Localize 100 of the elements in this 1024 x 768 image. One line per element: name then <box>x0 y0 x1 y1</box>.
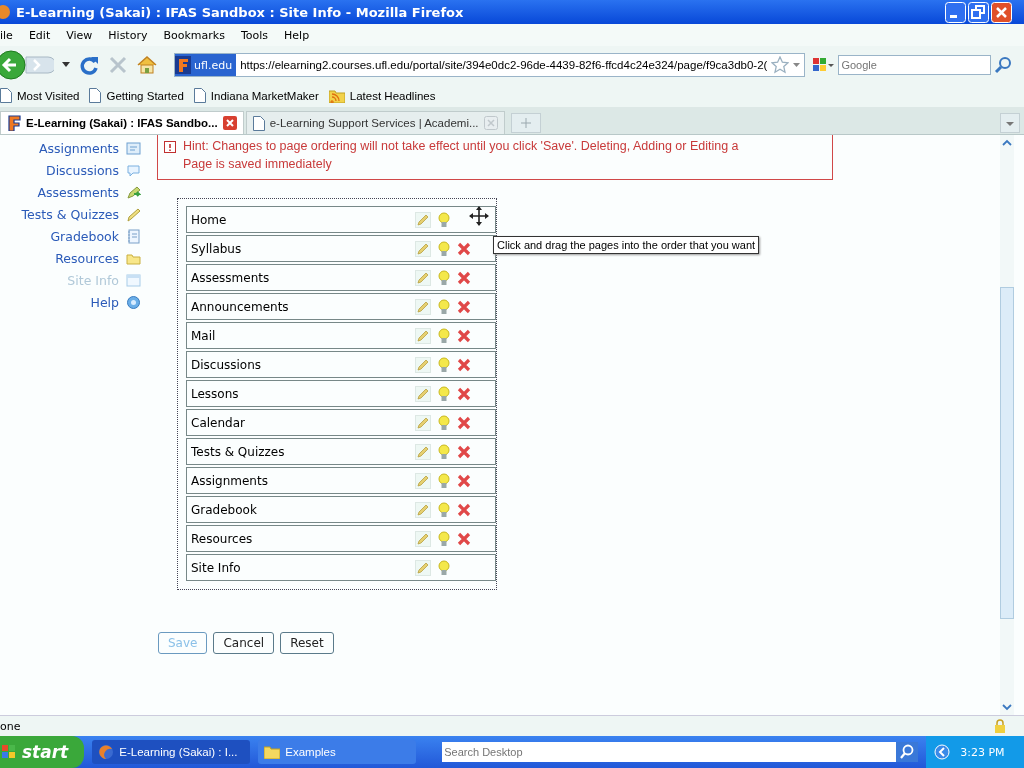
menu-item[interactable]: Edit <box>22 28 57 42</box>
delete-icon[interactable] <box>457 531 471 546</box>
home-icon[interactable] <box>136 55 158 75</box>
page-row[interactable]: Tests & Quizzes <box>186 438 496 465</box>
lightbulb-icon[interactable] <box>437 472 451 489</box>
lightbulb-icon[interactable] <box>437 443 451 460</box>
sidebar-link[interactable]: Tests & Quizzes <box>21 203 141 225</box>
lightbulb-icon[interactable] <box>437 240 451 257</box>
site-identity-button[interactable]: ufl.edu <box>175 54 237 76</box>
university-logo-icon <box>175 56 191 74</box>
tab-list-icon[interactable] <box>1000 113 1020 133</box>
menu-item[interactable]: Bookmarks <box>157 28 231 42</box>
close-icon[interactable] <box>991 1 1012 23</box>
page-row[interactable]: Resources <box>186 525 496 552</box>
hint-text: Hint: Changes to page ordering will not take effect until you click 'Save'. Deleting, Adding or Editing a <box>183 138 739 155</box>
lightbulb-icon[interactable] <box>437 269 451 286</box>
minimize-icon[interactable] <box>945 1 966 23</box>
sidebar-link[interactable]: Discussions <box>46 159 141 181</box>
page-row[interactable]: Gradebook <box>186 496 496 523</box>
menu-item[interactable]: View <box>60 28 99 42</box>
edit-pencil-icon[interactable] <box>415 443 431 460</box>
lightbulb-icon[interactable] <box>437 530 451 547</box>
browser-tab[interactable]: E-Learning (Sakai) : IFAS Sandbo... <box>0 111 244 134</box>
new-tab-icon[interactable] <box>510 113 541 133</box>
edit-pencil-icon[interactable] <box>415 269 431 286</box>
page-row[interactable]: Assessments <box>186 264 496 291</box>
tray-expand-icon[interactable] <box>934 744 951 760</box>
browser-tab[interactable]: e-Learning Support Services | Academi... <box>245 111 505 134</box>
edit-pencil-icon[interactable] <box>415 472 431 489</box>
page-row[interactable]: Calendar <box>186 409 496 436</box>
lightbulb-icon[interactable] <box>437 211 451 228</box>
edit-pencil-icon[interactable] <box>415 414 431 431</box>
delete-icon[interactable] <box>457 473 471 488</box>
back-icon[interactable] <box>0 50 54 80</box>
scroll-thumb[interactable] <box>1000 287 1014 619</box>
menu-item[interactable]: Help <box>278 28 316 42</box>
bookmark-item[interactable]: Getting Started <box>89 88 184 103</box>
delete-icon[interactable] <box>457 502 471 517</box>
lightbulb-icon[interactable] <box>437 559 451 576</box>
edit-pencil-icon[interactable] <box>415 211 431 228</box>
edit-pencil-icon[interactable] <box>415 530 431 547</box>
action-button[interactable]: Cancel <box>213 632 275 654</box>
search-icon[interactable] <box>994 56 1012 74</box>
search-icon[interactable] <box>896 742 919 762</box>
page-row[interactable]: Mail <box>186 322 496 349</box>
search-field[interactable]: Google <box>838 55 991 75</box>
bookmark-item[interactable]: Indiana MarketMaker <box>193 88 319 103</box>
delete-icon[interactable] <box>457 357 471 372</box>
delete-icon[interactable] <box>457 444 471 459</box>
lightbulb-icon[interactable] <box>437 356 451 373</box>
delete-icon[interactable] <box>457 270 471 285</box>
edit-pencil-icon[interactable] <box>415 559 431 576</box>
sidebar-link[interactable]: Gradebook <box>50 225 141 247</box>
page-row[interactable]: Lessons <box>186 380 496 407</box>
page-row[interactable]: Announcements <box>186 293 496 320</box>
lightbulb-icon[interactable] <box>437 501 451 518</box>
reload-icon[interactable] <box>78 54 100 76</box>
delete-icon[interactable] <box>457 415 471 430</box>
edit-pencil-icon[interactable] <box>415 501 431 518</box>
desktop-search-field[interactable]: Search Desktop <box>442 742 897 762</box>
menu-item[interactable]: History <box>102 28 154 42</box>
delete-icon[interactable] <box>457 386 471 401</box>
hint-text: Page is saved immediately <box>183 156 333 173</box>
scroll-up-icon <box>1002 139 1012 147</box>
delete-icon[interactable] <box>457 328 471 343</box>
lightbulb-icon[interactable] <box>437 298 451 315</box>
page-row[interactable]: Syllabus <box>186 235 496 262</box>
close-tab-icon[interactable] <box>222 116 237 130</box>
lightbulb-icon[interactable] <box>437 385 451 402</box>
address-field[interactable]: ufl.edu https://elearning2.courses.ufl.edu/portal/site/394e0dc2-96de-4439-82f6-ffcd4c24e324/page/f9ca3db0-2( <box>174 53 806 77</box>
action-button[interactable]: Reset <box>280 632 334 654</box>
restore-icon[interactable] <box>968 1 989 23</box>
bookmark-star-icon[interactable] <box>771 56 790 74</box>
page-row[interactable]: Site Info <box>186 554 496 581</box>
edit-pencil-icon[interactable] <box>415 356 431 373</box>
lightbulb-icon[interactable] <box>437 414 451 431</box>
menu-item[interactable]: Tools <box>234 28 275 42</box>
taskbar-button[interactable]: Examples <box>258 740 417 764</box>
bookmark-item[interactable]: Most Visited <box>0 88 80 103</box>
sidebar-link[interactable]: Assignments <box>38 137 141 159</box>
search-engine-icon[interactable] <box>813 57 836 73</box>
sidebar-link[interactable]: Help <box>90 291 141 313</box>
edit-pencil-icon[interactable] <box>415 298 431 315</box>
edit-pencil-icon[interactable] <box>415 327 431 344</box>
edit-pencil-icon[interactable] <box>415 385 431 402</box>
edit-pencil-icon[interactable] <box>415 240 431 257</box>
menu-item[interactable]: ile <box>0 28 19 42</box>
sidebar-link[interactable]: Resources <box>55 247 141 269</box>
scrollbar[interactable] <box>1000 135 1014 715</box>
delete-icon[interactable] <box>457 241 471 256</box>
sidebar-link[interactable]: Assessments <box>37 181 141 203</box>
page-row[interactable]: Home <box>186 206 496 233</box>
stop-icon[interactable] <box>108 55 128 75</box>
page-row[interactable]: Discussions <box>186 351 496 378</box>
dropdown-caret-icon[interactable] <box>62 62 70 68</box>
page-row[interactable]: Assignments <box>186 467 496 494</box>
bookmark-item[interactable]: Latest Headlines <box>328 88 436 103</box>
lightbulb-icon[interactable] <box>437 327 451 344</box>
delete-icon[interactable] <box>457 299 471 314</box>
taskbar-button[interactable]: E-Learning (Sakai) : I... <box>92 740 251 764</box>
